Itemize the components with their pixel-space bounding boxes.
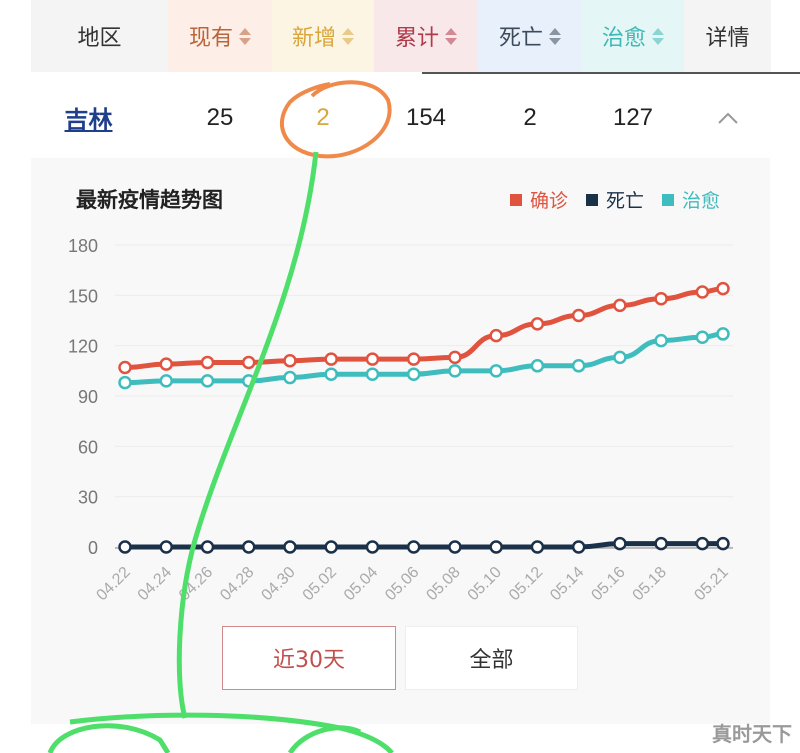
data-point xyxy=(365,540,380,554)
data-point xyxy=(613,350,627,365)
data-point xyxy=(530,359,545,373)
x-tick-label: 05.21 xyxy=(691,564,731,604)
x-tick-label: 05.18 xyxy=(630,564,670,604)
x-tick-label: 04.28 xyxy=(217,564,257,604)
data-point xyxy=(324,540,338,554)
data-point xyxy=(489,364,503,378)
data-point xyxy=(200,374,215,388)
data-point xyxy=(716,536,730,551)
data-point xyxy=(489,540,503,554)
data-point xyxy=(283,354,297,368)
data-point xyxy=(448,350,462,365)
x-tick-label: 04.26 xyxy=(176,564,216,604)
x-tick-label: 04.24 xyxy=(135,564,175,604)
data-point xyxy=(324,367,338,381)
data-point xyxy=(406,352,421,366)
data-point xyxy=(571,308,586,323)
data-point xyxy=(571,540,586,554)
data-point xyxy=(118,375,132,390)
data-point xyxy=(324,352,338,366)
x-tick-label: 05.02 xyxy=(300,564,340,604)
data-point xyxy=(365,352,380,366)
y-tick-label: 120 xyxy=(68,337,98,357)
x-tick-label: 05.04 xyxy=(341,564,381,604)
data-point xyxy=(118,360,132,375)
y-tick-label: 180 xyxy=(68,236,98,256)
data-point xyxy=(159,540,173,554)
series-line-1 xyxy=(122,541,726,550)
data-point xyxy=(283,540,297,554)
x-tick-label: 04.22 xyxy=(93,564,133,604)
data-point xyxy=(200,540,215,554)
trend-chart: 0 30 60 90 120 150 180 04.22 04.24 04.26 04.28 04.3… xyxy=(68,236,733,604)
data-point xyxy=(406,540,421,554)
data-point xyxy=(530,317,545,331)
y-tick-label: 0 xyxy=(88,538,98,558)
x-tick-label: 05.16 xyxy=(588,564,628,604)
data-point xyxy=(241,355,256,370)
data-point xyxy=(613,536,627,551)
y-tick-label: 90 xyxy=(78,387,98,407)
data-point xyxy=(448,540,462,554)
y-tick-label: 30 xyxy=(78,488,98,508)
data-point xyxy=(159,357,173,371)
data-point xyxy=(530,540,545,554)
data-point xyxy=(241,374,256,388)
data-point xyxy=(365,367,380,381)
data-point xyxy=(571,359,586,373)
x-tick-label: 05.06 xyxy=(382,564,422,604)
x-tick-label: 05.08 xyxy=(423,564,463,604)
all-button[interactable]: 全部 xyxy=(405,626,578,690)
y-tick-label: 150 xyxy=(68,286,98,306)
data-point xyxy=(448,364,462,378)
data-point xyxy=(716,281,730,296)
data-point xyxy=(716,327,730,341)
data-point xyxy=(613,298,627,313)
watermark: 真时天下 xyxy=(712,722,792,746)
data-point xyxy=(159,374,173,388)
y-tick-label: 60 xyxy=(78,437,98,457)
data-point xyxy=(695,285,710,299)
data-point xyxy=(489,328,503,343)
recent-30-days-button[interactable]: 近30天 xyxy=(222,626,396,690)
data-point xyxy=(695,536,710,551)
x-tick-label: 05.14 xyxy=(547,564,587,604)
data-point xyxy=(695,330,710,345)
x-tick-label: 05.10 xyxy=(465,564,505,604)
data-point xyxy=(654,333,668,348)
data-point xyxy=(118,540,132,554)
data-point xyxy=(200,355,215,370)
data-point xyxy=(241,540,256,554)
data-point xyxy=(654,291,668,306)
data-point xyxy=(283,370,297,385)
data-point xyxy=(654,536,668,551)
x-tick-label: 05.12 xyxy=(506,564,546,604)
x-tick-label: 04.30 xyxy=(258,564,298,604)
data-point xyxy=(406,367,421,381)
